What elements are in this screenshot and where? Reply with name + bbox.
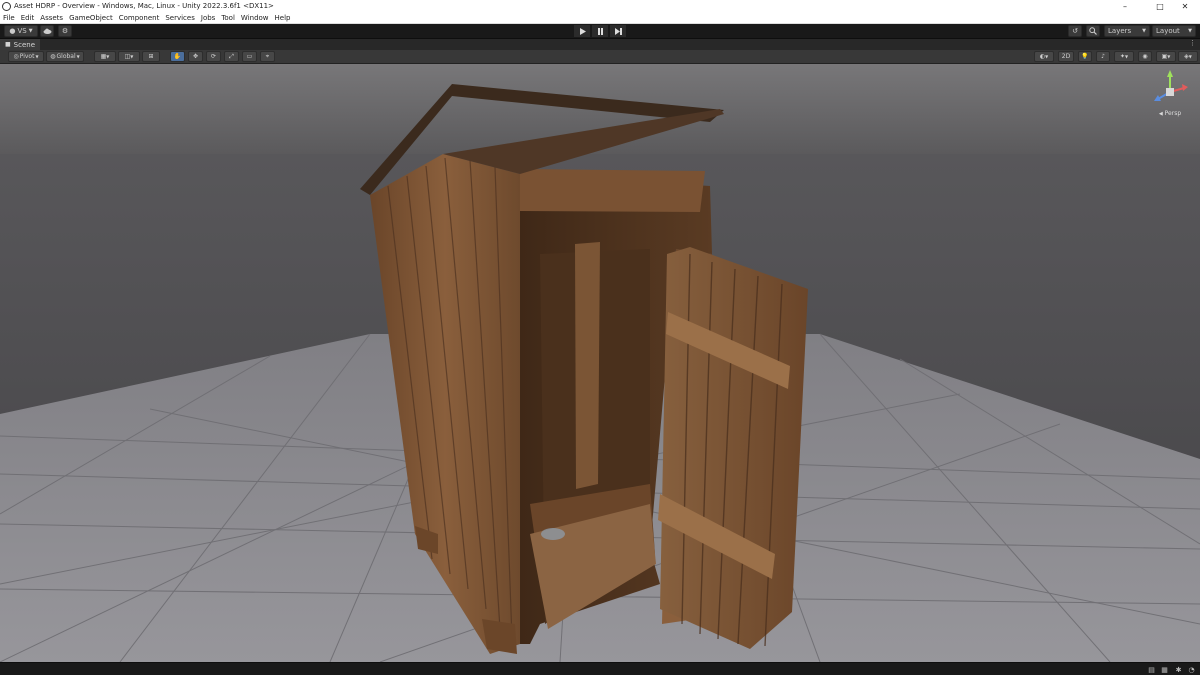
- move-tool-button[interactable]: ✥: [188, 51, 203, 62]
- collab-icon[interactable]: ◔: [1187, 665, 1196, 674]
- search-icon: [1089, 27, 1097, 35]
- play-button[interactable]: [574, 25, 590, 37]
- persp-icon: ◀: [1158, 111, 1163, 117]
- layers-label: Layers: [1108, 27, 1132, 35]
- menu-tool[interactable]: Tool: [221, 14, 235, 22]
- menu-bar: File Edit Assets GameObject Component Se…: [0, 12, 1200, 24]
- transform-tool-icon: ⌖: [265, 52, 270, 60]
- audio-toggle[interactable]: ♪: [1096, 51, 1110, 62]
- pivot-label: Pivot: [19, 53, 35, 60]
- pivot-icon: ◎: [13, 53, 19, 60]
- scene-render: [0, 64, 1200, 662]
- search-button[interactable]: [1086, 25, 1100, 37]
- close-button[interactable]: ✕: [1170, 0, 1200, 12]
- orientation-gizmo[interactable]: ◀ Persp: [1148, 68, 1192, 117]
- chevron-down-icon: ▼: [1142, 28, 1146, 34]
- scene-tab-bar: ■ Scene ⋮: [0, 39, 1200, 50]
- rect-tool-button[interactable]: ▭: [242, 51, 257, 62]
- menu-gameobject[interactable]: GameObject: [69, 14, 113, 22]
- menu-assets[interactable]: Assets: [40, 14, 63, 22]
- tab-scene[interactable]: ■ Scene: [0, 39, 41, 50]
- progress-icon[interactable]: ▦: [1160, 665, 1169, 674]
- status-bar: ▤ ▦ ✱ ◔: [0, 662, 1200, 675]
- axis-gizmo-icon: [1154, 70, 1188, 101]
- snap-increment-button[interactable]: ◫ ▼: [118, 51, 140, 62]
- 2d-toggle[interactable]: 2D: [1058, 51, 1074, 62]
- history-icon: ↺: [1072, 27, 1078, 35]
- grid-settings-icon: ⊞: [148, 53, 154, 60]
- rotate-tool-button[interactable]: ⟳: [206, 51, 221, 62]
- gizmos-dropdown[interactable]: ◈ ▼: [1178, 51, 1198, 62]
- play-icon: [579, 27, 586, 35]
- audio-icon: ♪: [1101, 53, 1105, 60]
- window-titlebar: Asset HDRP - Overview - Windows, Mac, Li…: [0, 0, 1200, 12]
- menu-component[interactable]: Component: [119, 14, 160, 22]
- global-label: Global: [56, 53, 76, 60]
- scale-tool-icon: ⤢: [229, 52, 234, 60]
- unity-logo-icon: [2, 1, 11, 11]
- scene-viewport[interactable]: ◀ Persp: [0, 64, 1200, 662]
- scene-toolbar: ◎ Pivot ▼ ◍ Global ▼ ▦ ▼ ◫ ▼ ⊞ ✋ ✥ ⟳ ⤢ ▭ ⌖…: [0, 50, 1200, 64]
- account-button[interactable]: ● VS ▼: [4, 25, 38, 37]
- effects-dropdown[interactable]: ✦ ▼: [1114, 51, 1134, 62]
- globe-icon: ◍: [50, 53, 56, 60]
- more-options-icon[interactable]: ⋮: [1189, 39, 1196, 47]
- undo-history-button[interactable]: ↺: [1068, 25, 1082, 37]
- scene-icon: ■: [5, 41, 11, 48]
- pivot-toggle[interactable]: ◎ Pivot ▼: [8, 51, 44, 62]
- settings-button[interactable]: ⚙: [58, 25, 72, 37]
- rotate-tool-icon: ⟳: [210, 53, 217, 60]
- move-tool-icon: ✥: [192, 53, 199, 60]
- persp-label: Persp: [1164, 110, 1182, 117]
- menu-jobs[interactable]: Jobs: [201, 14, 215, 22]
- lighting-icon: 💡: [1081, 53, 1089, 60]
- transform-tool-button[interactable]: ⌖: [260, 51, 275, 62]
- console-icon[interactable]: ▤: [1147, 665, 1156, 674]
- cloud-icon: [43, 28, 51, 34]
- chevron-down-icon: ▼: [1188, 28, 1192, 34]
- chevron-down-icon: ▼: [28, 28, 33, 34]
- settings-icon: ⚙: [61, 27, 69, 35]
- menu-services[interactable]: Services: [165, 14, 195, 22]
- cloud-button[interactable]: [40, 25, 54, 37]
- chevron-down-icon: ▼: [35, 54, 39, 59]
- grid-settings-button[interactable]: ⊞: [142, 51, 160, 62]
- scene-tab-label: Scene: [13, 40, 36, 49]
- minimize-button[interactable]: –: [1110, 0, 1140, 12]
- window-title: Asset HDRP - Overview - Windows, Mac, Li…: [14, 2, 274, 10]
- pause-button[interactable]: [592, 25, 608, 37]
- account-icon: ●: [9, 27, 16, 35]
- lighting-toggle[interactable]: 💡: [1078, 51, 1092, 62]
- grid-snapping-button[interactable]: ▦ ▼: [94, 51, 116, 62]
- visibility-icon: ◉: [1142, 53, 1148, 60]
- menu-edit[interactable]: Edit: [21, 14, 35, 22]
- hidden-objects-toggle[interactable]: ◉: [1138, 51, 1152, 62]
- main-toolbar: ● VS ▼ ⚙ ↺ Layers ▼ Layout ▼: [0, 24, 1200, 39]
- step-icon: [614, 27, 622, 35]
- 2d-label: 2D: [1061, 53, 1071, 60]
- step-button[interactable]: [610, 25, 626, 37]
- rect-tool-icon: ▭: [246, 53, 253, 60]
- chevron-down-icon: ▼: [76, 54, 80, 59]
- account-label: VS: [17, 27, 27, 35]
- global-toggle[interactable]: ◍ Global ▼: [46, 51, 84, 62]
- camera-settings-dropdown[interactable]: ▣ ▼: [1156, 51, 1176, 62]
- layers-dropdown[interactable]: Layers ▼: [1104, 25, 1150, 37]
- debug-icon[interactable]: ✱: [1174, 665, 1183, 674]
- menu-window[interactable]: Window: [241, 14, 269, 22]
- draw-mode-dropdown[interactable]: ◐ ▼: [1034, 51, 1054, 62]
- scale-tool-button[interactable]: ⤢: [224, 51, 239, 62]
- pause-icon: [597, 27, 603, 35]
- layout-label: Layout: [1156, 27, 1180, 35]
- hand-tool-icon: ✋: [173, 53, 182, 60]
- layout-dropdown[interactable]: Layout ▼: [1152, 25, 1196, 37]
- projection-label[interactable]: ◀ Persp: [1148, 110, 1192, 117]
- menu-help[interactable]: Help: [275, 14, 291, 22]
- menu-file[interactable]: File: [3, 14, 15, 22]
- hand-tool-button[interactable]: ✋: [170, 51, 185, 62]
